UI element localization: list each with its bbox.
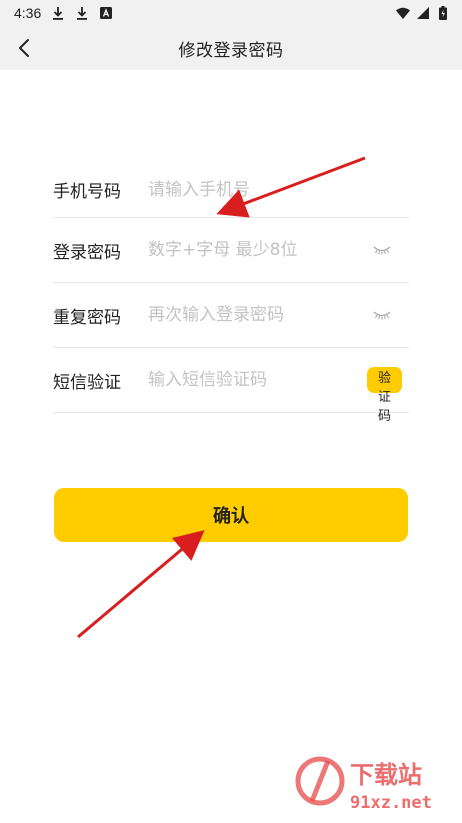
nav-bar: 修改登录密码 [0,26,462,70]
eye-closed-icon [373,246,391,255]
signal-icon [416,6,430,20]
download-icon [51,6,65,20]
get-verification-code-button[interactable]: 验证码 [367,367,403,424]
site-watermark-logo: 下载站 91xz.net [295,756,432,813]
status-bar: 4:36 [0,0,462,26]
page-title: 修改登录密码 [178,40,284,61]
password-row: 登录密码 [53,218,409,283]
sms-row: 短信验证 验证码 [53,348,409,424]
sms-code-input[interactable] [148,370,367,390]
watermark-brand: 下载站 [350,761,422,789]
download-icon [75,6,89,20]
password-input[interactable] [148,240,371,260]
password-visibility-toggle[interactable] [371,242,393,258]
repeat-password-visibility-toggle[interactable] [371,307,393,323]
eye-closed-icon [373,311,391,320]
change-password-form: 手机号码 登录密码 重复密码 短信验证 验证码 [53,162,409,424]
sms-label: 短信验证 [53,372,121,393]
confirm-button[interactable]: 确认 [54,488,408,542]
back-button[interactable] [10,34,38,62]
password-label: 登录密码 [53,242,121,263]
phone-row: 手机号码 [53,162,409,218]
phone-label: 手机号码 [53,182,121,202]
battery-charging-icon [436,6,450,20]
phone-input[interactable] [148,179,409,200]
app-a-icon [99,6,113,20]
watermark-domain: 91xz.net [350,793,432,813]
wifi-icon [396,6,410,20]
repeat-password-label: 重复密码 [53,307,121,328]
repeat-password-input[interactable] [148,305,371,325]
repeat-password-row: 重复密码 [53,283,409,348]
status-time: 4:36 [14,5,42,21]
chevron-left-icon [19,39,29,57]
